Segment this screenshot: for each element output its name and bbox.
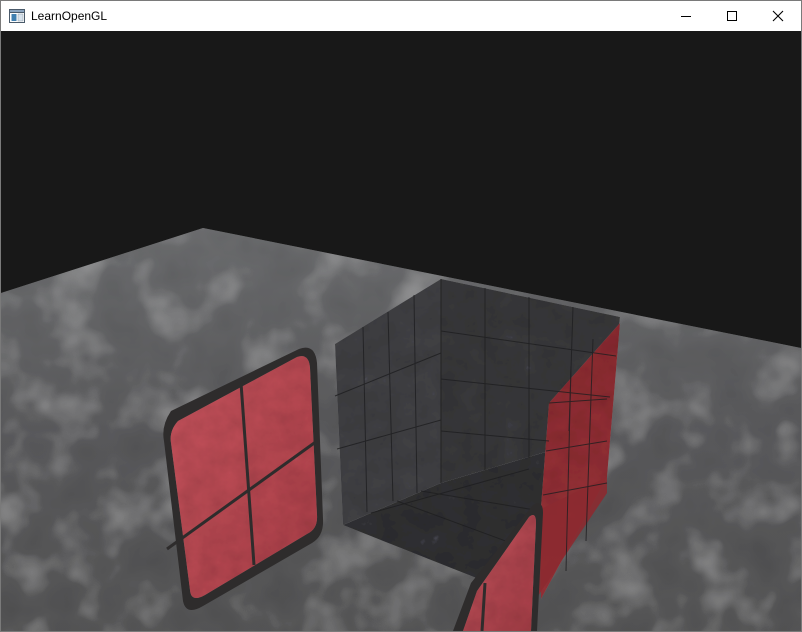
maximize-icon: [726, 10, 738, 22]
opengl-viewport[interactable]: [1, 31, 801, 631]
close-icon: [772, 10, 784, 22]
maximize-button[interactable]: [709, 1, 755, 31]
app-window-icon: [9, 9, 25, 23]
rendered-scene: [1, 228, 801, 631]
window-title: LearnOpenGL: [31, 9, 108, 23]
app-window: LearnOpenGL: [0, 0, 802, 632]
minimize-button[interactable]: [663, 1, 709, 31]
minimize-icon: [680, 10, 692, 22]
close-button[interactable]: [755, 1, 801, 31]
title-bar[interactable]: LearnOpenGL: [1, 1, 801, 31]
